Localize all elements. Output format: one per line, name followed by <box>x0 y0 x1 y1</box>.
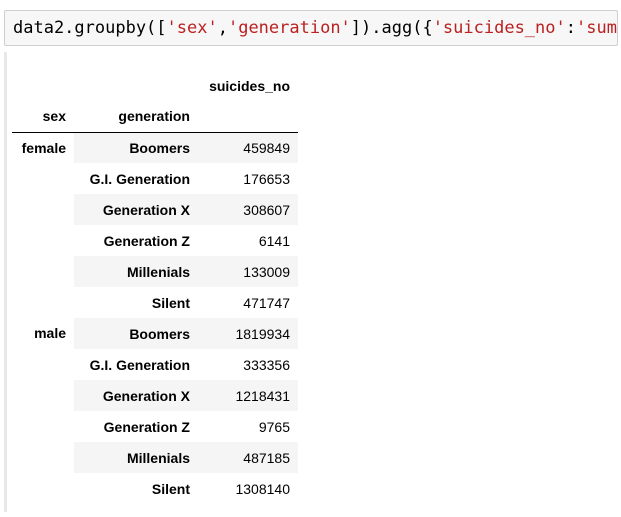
cell-output-area: suicides_no sex generation female Boomers… <box>0 46 621 517</box>
suicides-no-value: 1819934 <box>198 318 298 349</box>
suicides-no-value: 459849 <box>198 132 298 163</box>
code-input-cell[interactable]: data2.groupby(['sex','generation']).agg(… <box>4 10 618 46</box>
suicides-no-value: 9765 <box>258 418 290 435</box>
suicides-no-value: 1308140 <box>235 480 290 497</box>
row-index-generation: Generation X <box>74 194 198 225</box>
suicides-no-value: 471747 <box>243 294 290 311</box>
header-blank-cell <box>198 101 298 133</box>
header-blank-cell <box>74 70 198 101</box>
row-index-generation: Generation Z <box>103 418 190 435</box>
row-index-generation: G.I. Generation <box>89 356 190 373</box>
suicides-no-value: 333356 <box>243 356 290 373</box>
table-row: male Boomers 1819934 <box>12 318 298 504</box>
suicides-no-value: 1218431 <box>198 380 298 411</box>
suicides-no-value: 6141 <box>258 232 290 249</box>
code-text-comma: , <box>217 18 228 38</box>
suicides-no-value: 133009 <box>198 256 298 287</box>
header-blank-cell <box>12 70 74 101</box>
suicides-no-value: 308607 <box>198 194 298 225</box>
code-string-suicides-no: 'suicides_no' <box>432 18 566 38</box>
row-index-generation: Millenials <box>74 256 198 287</box>
code-string-sex: 'sex' <box>166 18 218 38</box>
row-index-generation: G.I. Generation <box>89 170 190 187</box>
output-scroll-gutter[interactable] <box>4 52 7 512</box>
row-index-generation: Silent <box>151 294 190 311</box>
index-names-row: sex generation <box>12 101 298 133</box>
row-index-sex: female <box>12 132 74 318</box>
dataframe-table: suicides_no sex generation female Boomers… <box>12 70 298 504</box>
row-index-sex: male <box>12 318 74 504</box>
index-name-sex: sex <box>12 101 74 133</box>
code-text-colon: : <box>565 18 576 38</box>
table-body: female Boomers 459849 G.I. Generation 176653… <box>12 132 298 504</box>
row-index-generation: Boomers <box>74 318 198 349</box>
suicides-no-value: 487185 <box>198 442 298 473</box>
suicides-no-value: 176653 <box>243 170 290 187</box>
code-string-sum: 'sum' <box>576 18 617 38</box>
code-string-generation: 'generation' <box>227 18 351 38</box>
column-header-row: suicides_no <box>12 70 298 101</box>
row-index-generation: Millenials <box>74 442 198 473</box>
code-text-mid: ]).agg({ <box>350 18 433 38</box>
column-header-suicides-no: suicides_no <box>209 77 290 94</box>
row-index-generation: Boomers <box>74 132 198 163</box>
row-index-generation: Generation Z <box>103 232 190 249</box>
row-index-generation: Silent <box>151 480 190 497</box>
index-name-generation: generation <box>74 101 198 133</box>
code-text-prefix: data2.groupby([ <box>13 18 167 38</box>
table-row: female Boomers 459849 <box>12 132 298 318</box>
row-index-generation: Generation X <box>74 380 198 411</box>
